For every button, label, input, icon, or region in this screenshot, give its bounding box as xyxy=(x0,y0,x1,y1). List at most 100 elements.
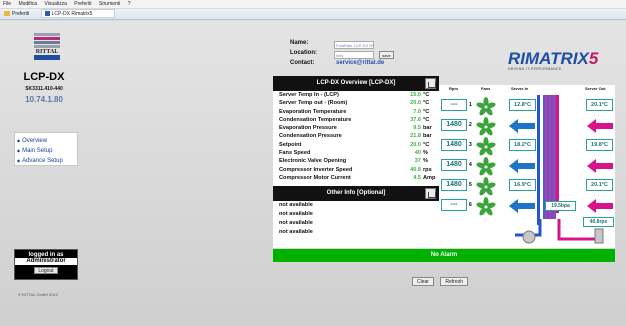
metric-value: 15.0 xyxy=(410,92,421,98)
overview-chart-icon[interactable] xyxy=(425,78,436,89)
brand-5: 5 xyxy=(588,49,599,68)
overview-row: Server Temp out - (Room) 20.0 °C xyxy=(273,99,439,107)
fan-rpm: --- xyxy=(441,99,467,111)
server-in-temp: 12.8°C xyxy=(509,99,536,111)
metric-label: Evaporation Temperature xyxy=(279,108,347,115)
fan-icon xyxy=(476,97,496,117)
metric-value: 40 xyxy=(414,150,421,157)
nav-overview[interactable]: Overview xyxy=(15,136,77,146)
cold-air-arrow-icon xyxy=(509,119,535,133)
browser-tab[interactable]: LCP-DX Rimatrix5 xyxy=(40,9,116,19)
overview-row: Condensation Pressure 21.8 bar xyxy=(273,132,439,140)
overview-row: Compressor Motor Current 4.5 Amp xyxy=(273,174,439,182)
brand-main: RIMATRIX xyxy=(508,49,589,68)
other-info-chart-icon[interactable] xyxy=(425,188,436,200)
fan-number: 1 xyxy=(469,102,472,108)
menu-favorites[interactable]: Preferiti xyxy=(74,1,91,7)
fan-rpm: 1480 xyxy=(441,139,467,151)
metric-label: Server Temp out - (Room) xyxy=(279,100,348,107)
header-server-in: Server In xyxy=(511,86,529,91)
metric-unit: rps xyxy=(423,166,432,173)
metric-label: Evaporation Pressure xyxy=(279,125,337,132)
metric-value: 40.8 xyxy=(410,166,421,173)
metric-label: Setpoint xyxy=(279,141,302,148)
metric-value: 37.6 xyxy=(410,116,421,123)
metric-value: 37 xyxy=(414,158,421,165)
fan-icon xyxy=(476,197,496,217)
menu-edit[interactable]: Modifica xyxy=(18,1,37,7)
nav-main-setup[interactable]: Main Setup xyxy=(15,146,77,156)
metric-unit: °C xyxy=(423,116,430,123)
login-box: logged in as Administrator Logout xyxy=(14,249,78,280)
metric-value: 21.8 xyxy=(410,133,421,140)
menu-help[interactable]: ? xyxy=(128,1,131,7)
hot-air-arrow-icon xyxy=(587,159,613,173)
browser-tabbar: Preferiti LCP-DX Rimatrix5 xyxy=(0,9,626,20)
menu-tools[interactable]: Strumenti xyxy=(99,1,120,7)
metric-label: Compressor Motor Current xyxy=(279,174,351,181)
refresh-button[interactable]: Refresh xyxy=(440,277,468,286)
header-fans: Fans xyxy=(481,86,491,91)
clear-button[interactable]: Clear xyxy=(412,277,434,286)
overview-title: LCP-DX Overview [LCP-DX] xyxy=(316,80,396,86)
page: RITTAL LCP-DX SK3311.410-440 10.74.1.80 … xyxy=(0,21,626,326)
other-info-row: not available xyxy=(279,211,313,218)
metric-value: 4.5 xyxy=(413,174,421,181)
fan-number: 2 xyxy=(469,122,472,128)
server-out-temp: 19.8°C xyxy=(586,139,613,151)
metric-label: Condensation Temperature xyxy=(279,116,352,123)
metric-value: 20.0 xyxy=(410,141,421,148)
fan-number: 5 xyxy=(469,182,472,188)
nav-menu: Overview Main Setup Advance Setup xyxy=(14,132,78,166)
metric-unit: % xyxy=(423,150,428,157)
rittal-logo: RITTAL xyxy=(34,33,60,67)
overview-row: Setpoint 20.0 °C xyxy=(273,141,439,149)
fan-rpm: --- xyxy=(441,199,467,211)
server-out-temp: 20.1°C xyxy=(586,179,613,191)
menu-file[interactable]: File xyxy=(3,1,11,7)
overview-row: Fans Speed 40% xyxy=(273,149,439,157)
pressure-low: 19.5bpa xyxy=(545,201,576,211)
star-icon xyxy=(4,11,10,17)
copyright: © RITTAL GmbH 2012 xyxy=(18,292,59,297)
hot-air-arrow-icon xyxy=(587,199,613,213)
other-info-row: not available xyxy=(279,229,313,236)
metric-label: Compressor Inverter Speed xyxy=(279,166,353,173)
server-in-temp: 18.2°C xyxy=(509,139,536,151)
fan-icon xyxy=(476,157,496,177)
metric-unit: % xyxy=(423,158,428,165)
name-input[interactable]: PostRate LCP-DX RIMA xyxy=(334,41,374,49)
overview-header: LCP-DX Overview [LCP-DX] xyxy=(273,76,439,91)
metric-label: Server Temp In - (LCP) xyxy=(279,92,339,98)
nav-advance-setup[interactable]: Advance Setup xyxy=(15,156,77,166)
overview-row: Server Temp In - (LCP) 15.0 °C xyxy=(273,91,439,99)
metric-unit: °C xyxy=(423,92,430,98)
favorites-button[interactable]: Preferiti xyxy=(4,9,29,20)
rimatrix-logo: RIMATRIX5 DRIVING IT-PERFORMANCE xyxy=(508,49,618,73)
menu-view[interactable]: Visualizza xyxy=(44,1,66,7)
device-ip: 10.74.1.80 xyxy=(25,95,63,104)
cold-air-arrow-icon xyxy=(509,199,535,213)
metric-unit: bar xyxy=(423,125,432,132)
save-button[interactable]: save xyxy=(379,51,394,59)
metric-unit: Amp xyxy=(423,174,436,181)
location-input[interactable]: Italy xyxy=(334,51,374,59)
logo-text: RITTAL xyxy=(35,49,59,55)
overview-row: Condensation Temperature 37.6 °C xyxy=(273,116,439,124)
overview-panel: LCP-DX Overview [LCP-DX] Server Temp In … xyxy=(273,76,439,248)
header-rpm: Rpm xyxy=(449,86,458,91)
contact-label: Contact: xyxy=(290,60,315,66)
fan-number: 3 xyxy=(469,142,472,148)
page-icon xyxy=(44,11,50,17)
browser-menubar: File Modifica Visualizza Preferiti Strum… xyxy=(0,0,626,9)
metric-unit: °C xyxy=(423,100,430,107)
fan-icon xyxy=(476,117,496,137)
logout-button[interactable]: Logout xyxy=(34,267,58,274)
contact-email[interactable]: service@rittal.de xyxy=(336,60,384,66)
device-model: LCP-DX xyxy=(23,71,65,83)
metric-value: 7.0 xyxy=(413,108,421,115)
overview-row: Electronic Valve Opening 37% xyxy=(273,157,439,165)
cold-air-arrow-icon xyxy=(509,159,535,173)
left-panel: RITTAL LCP-DX SK3311.410-440 10.74.1.80 … xyxy=(12,29,78,297)
name-label: Name: xyxy=(290,40,309,46)
